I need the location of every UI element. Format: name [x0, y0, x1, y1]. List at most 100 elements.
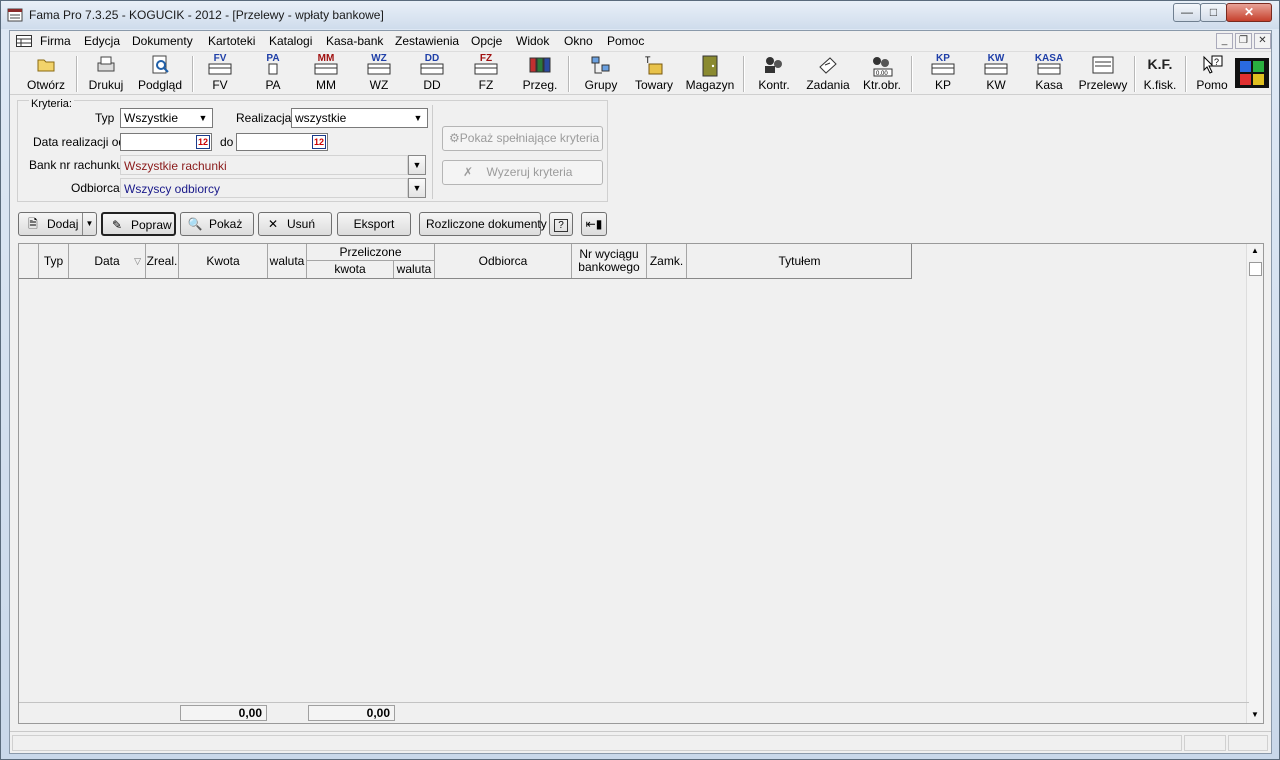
printer-icon	[97, 56, 115, 72]
toolbar-fz[interactable]: FZ FZ	[466, 53, 506, 95]
contractor-turnover-icon: 0.00	[873, 57, 893, 77]
toolbar-pa[interactable]: PA PA	[253, 53, 293, 95]
toolbar-kontr[interactable]: Kontr.	[750, 53, 798, 95]
row-selector-header	[19, 244, 39, 278]
cash-register-icon	[1037, 63, 1061, 75]
col-odbiorca[interactable]: Odbiorca	[435, 244, 572, 278]
child-close-button[interactable]: ✕	[1254, 33, 1271, 49]
bank-dropdown-button[interactable]: ▼	[408, 155, 426, 175]
rozliczone-dokumenty-button[interactable]: Rozliczone dokumenty	[419, 212, 547, 236]
toolbar-podglad[interactable]: Podgląd	[132, 53, 188, 95]
col-data[interactable]: Data ▽	[69, 244, 146, 278]
exit-button[interactable]: ⇤▮	[581, 212, 607, 236]
toolbar-kp[interactable]: KP KP	[919, 53, 967, 95]
toolbar-przeg[interactable]: Przeg.	[518, 53, 562, 95]
menu-pomoc[interactable]: Pomoc	[607, 34, 644, 48]
sum-przeliczone: 0,00	[308, 705, 395, 721]
popraw-button[interactable]: ✎ Popraw	[101, 212, 176, 236]
menu-katalogi[interactable]: Katalogi	[269, 34, 312, 48]
eksport-button[interactable]: Eksport	[337, 212, 411, 236]
bank-field[interactable]: Wszystkie rachunki	[120, 155, 408, 175]
child-minimize-button[interactable]: _	[1216, 33, 1233, 49]
svg-text:?: ?	[1214, 57, 1219, 67]
toolbar-kasa[interactable]: KASA Kasa	[1024, 53, 1074, 95]
odbiorca-field[interactable]: Wszyscy odbiorcy	[120, 178, 408, 198]
bank-label: Bank nr rachunku	[29, 158, 124, 172]
help-button[interactable]: ?	[549, 212, 573, 236]
typ-select[interactable]: Wszystkie ▼	[120, 108, 213, 128]
toolbar-przelewy[interactable]: Przelewy	[1076, 53, 1130, 95]
scroll-thumb[interactable]	[1249, 262, 1262, 276]
cash-out-kw-icon	[984, 63, 1008, 75]
toolbar-drukuj[interactable]: Drukuj	[82, 53, 130, 95]
preview-icon: 🔍	[187, 217, 203, 231]
goods-box-icon: T	[645, 55, 663, 75]
toolbar-fv[interactable]: FV FV	[200, 53, 240, 95]
edit-icon: ✎	[111, 218, 123, 232]
help-pointer-icon: ?	[1203, 55, 1223, 74]
toolbar-wz[interactable]: WZ WZ	[359, 53, 399, 95]
toolbar-grupy[interactable]: Grupy	[577, 53, 625, 95]
col-zreal[interactable]: Zreal.	[146, 244, 179, 278]
realizacja-label: Realizacja	[236, 111, 292, 125]
color-grid-icon[interactable]	[1235, 58, 1269, 88]
minimize-button[interactable]: —	[1173, 3, 1201, 22]
scroll-down-icon[interactable]: ▼	[1251, 710, 1259, 719]
toolbar-mm[interactable]: MM MM	[306, 53, 346, 95]
maximize-button[interactable]: □	[1200, 3, 1227, 22]
data-od-field[interactable]: 12	[120, 133, 212, 151]
toolbar-otworz[interactable]: Otwórz	[20, 53, 72, 95]
menu-dokumenty[interactable]: Dokumenty	[132, 34, 193, 48]
col-przeliczone: Przeliczone kwota waluta	[307, 244, 435, 278]
menu-zestawienia[interactable]: Zestawienia	[395, 34, 459, 48]
transfers-table[interactable]: Typ Data ▽ Zreal. Kwota waluta Przeliczo…	[18, 243, 1264, 724]
toolbar-ktrobr[interactable]: 0.00 Ktr.obr.	[858, 53, 906, 95]
col-przeliczone-waluta[interactable]: waluta	[394, 261, 434, 278]
filter-icon: ⚙	[449, 131, 460, 145]
col-waluta[interactable]: waluta	[268, 244, 307, 278]
sort-arrow-icon: ▽	[134, 256, 141, 266]
col-zamk[interactable]: Zamk.	[647, 244, 687, 278]
menu-kasa-bank[interactable]: Kasa-bank	[326, 34, 383, 48]
menu-opcje[interactable]: Opcje	[471, 34, 502, 48]
print-preview-icon	[152, 55, 169, 74]
status-segment-2	[1228, 735, 1268, 751]
realizacja-select[interactable]: wszystkie ▼	[291, 108, 428, 128]
toolbar-towary[interactable]: T Towary	[630, 53, 678, 95]
usun-button[interactable]: ✕ Usuń	[258, 212, 332, 236]
toolbar-zadania[interactable]: Zadania	[803, 53, 853, 95]
menu-firma[interactable]: Firma	[40, 34, 71, 48]
calendar-icon[interactable]: 12	[312, 135, 326, 149]
data-do-field[interactable]: 12	[236, 133, 328, 151]
toolbar-kw[interactable]: KW KW	[972, 53, 1020, 95]
wyzeruj-kryteria-button[interactable]: ✗ Wyzeruj kryteria	[442, 160, 603, 185]
pokaz-kryteria-button[interactable]: ⚙ Pokaż spełniające kryteria	[442, 126, 603, 151]
binders-icon	[529, 57, 551, 73]
menu-edycja[interactable]: Edycja	[84, 34, 120, 48]
bank-transfer-icon	[1092, 56, 1114, 74]
dropdown-arrow-icon[interactable]: ▼	[82, 213, 96, 235]
calendar-icon[interactable]: 12	[196, 135, 210, 149]
close-button[interactable]: ✕	[1226, 3, 1272, 22]
toolbar-pomoc[interactable]: ? Pomo	[1190, 53, 1234, 95]
vertical-scrollbar[interactable]: ▲ ▼	[1246, 244, 1263, 723]
col-nr-wyciagu[interactable]: Nr wyciągu bankowego	[572, 244, 647, 278]
dodaj-button[interactable]: 🗎 Dodaj ▼	[18, 212, 97, 236]
col-kwota[interactable]: Kwota	[179, 244, 268, 278]
menu-kartoteki[interactable]: Kartoteki	[208, 34, 255, 48]
col-tytulem[interactable]: Tytułem	[687, 244, 912, 278]
menu-widok[interactable]: Widok	[516, 34, 549, 48]
title-bar[interactable]: Fama Pro 7.3.25 - KOGUCIK - 2012 - [Prze…	[1, 1, 1279, 29]
criteria-legend: Kryteria:	[29, 98, 74, 110]
toolbar-magazyn[interactable]: Magazyn	[682, 53, 738, 95]
menu-okno[interactable]: Okno	[564, 34, 593, 48]
pokaz-button[interactable]: 🔍 Pokaż	[180, 212, 254, 236]
col-typ[interactable]: Typ	[39, 244, 69, 278]
toolbar-dd[interactable]: DD DD	[412, 53, 452, 95]
document-window-icon[interactable]	[16, 35, 32, 47]
col-przeliczone-kwota[interactable]: kwota	[307, 261, 394, 278]
toolbar-kfisk[interactable]: K.F. K.fisk.	[1138, 53, 1182, 95]
odbiorca-dropdown-button[interactable]: ▼	[408, 178, 426, 198]
scroll-up-icon[interactable]: ▲	[1251, 246, 1259, 255]
child-restore-button[interactable]: ❐	[1235, 33, 1252, 49]
